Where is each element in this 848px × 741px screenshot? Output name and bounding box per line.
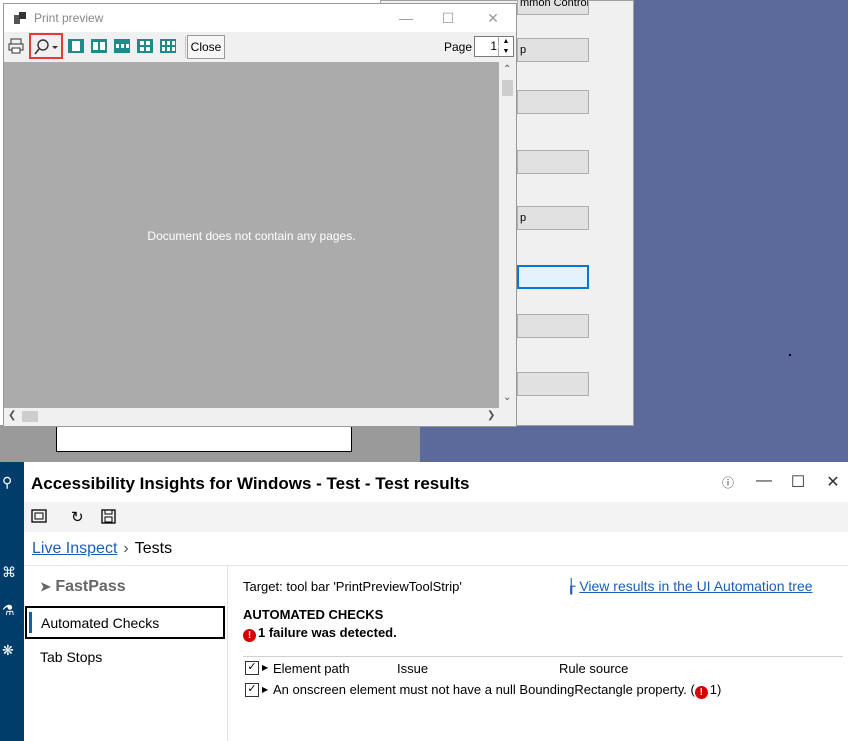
nav-automated-checks[interactable]: Automated Checks (25, 606, 225, 639)
six-pages-icon[interactable] (159, 37, 177, 55)
screenshot-icon[interactable] (31, 509, 47, 523)
scroll-up-icon[interactable]: ⌃ (503, 64, 511, 75)
zoom-button[interactable] (29, 33, 63, 59)
select-all-checkbox[interactable]: ✓ (245, 661, 259, 675)
page-value: 1 (490, 39, 497, 53)
background-dot (789, 354, 791, 356)
close-icon[interactable]: ✕ (823, 472, 843, 492)
app-icon (14, 12, 26, 24)
accessibility-insights-window: ⚲ ⌘ ⚗ ❋ Accessibility Insights for Windo… (0, 462, 848, 741)
preview-area: Document does not contain any pages. (4, 62, 499, 408)
chevron-right-icon: › (123, 540, 129, 557)
results-header: ✓ ▶ Element path Issue Rule source (243, 656, 843, 679)
four-pages-icon[interactable] (136, 37, 154, 55)
toolbar: ↻ (24, 502, 848, 532)
refresh-icon[interactable]: ↻ (71, 508, 84, 526)
tree-icon: ┟ (567, 578, 576, 594)
close-button[interactable]: Close (187, 35, 225, 59)
rocket-icon: ➤ (40, 579, 51, 594)
title-bar: Print preview — ☐ ✕ (4, 4, 516, 32)
side-rail: ⚲ ⌘ ⚗ ❋ (0, 462, 24, 741)
empty-message: Document does not contain any pages. (147, 229, 356, 243)
bg-button-7[interactable] (517, 314, 589, 338)
breadcrumb: Live Inspect › Tests (32, 540, 172, 558)
vertical-scrollbar[interactable]: ⌃ ⌄ (499, 62, 516, 408)
scroll-right-icon[interactable]: ❯ (487, 410, 495, 421)
color-palette-icon[interactable]: ❋ (2, 642, 14, 659)
maximize-icon[interactable]: ☐ (433, 8, 463, 28)
column-element-path[interactable]: Element path (273, 661, 350, 676)
minimize-icon[interactable]: — (754, 472, 774, 490)
bg-button-1[interactable]: mmon Control Tip (517, 0, 589, 15)
left-nav: ➤ FastPass Automated Checks Tab Stops (24, 566, 228, 741)
close-icon[interactable]: ✕ (478, 8, 508, 28)
bg-button-8[interactable] (517, 372, 589, 396)
scroll-left-icon[interactable]: ❮ (8, 410, 16, 421)
page-label: Page (444, 40, 473, 54)
print-preview-toolbar: Close Page 1 ▲ ▼ (4, 32, 516, 62)
test-flask-icon[interactable]: ⚗ (2, 602, 15, 619)
bg-button-5[interactable]: p (517, 206, 589, 230)
three-pages-icon[interactable] (113, 37, 131, 55)
nav-tab-stops[interactable]: Tab Stops (40, 649, 102, 665)
automated-checks-heading: AUTOMATED CHECKS (243, 607, 384, 622)
inspect-icon[interactable]: ⌘ (2, 564, 16, 581)
expand-icon[interactable]: ▶ (262, 663, 268, 672)
zoom-icon (34, 39, 58, 55)
one-page-icon[interactable] (67, 37, 85, 55)
breadcrumb-live-inspect[interactable]: Live Inspect (32, 540, 117, 557)
toolbar-separator (185, 36, 186, 58)
error-icon: ! (243, 629, 256, 642)
window-title: Accessibility Insights for Windows - Tes… (31, 474, 470, 493)
error-icon: ! (694, 686, 708, 699)
print-icon[interactable] (7, 37, 25, 55)
rule-text: An onscreen element must not have a null… (273, 682, 722, 699)
two-pages-icon[interactable] (90, 37, 108, 55)
table-row[interactable]: ✓ ▶ An onscreen element must not have a … (243, 679, 843, 701)
expand-icon[interactable]: ▶ (262, 685, 268, 694)
save-icon[interactable] (101, 509, 116, 524)
spin-down-icon[interactable]: ▼ (498, 47, 513, 56)
uia-tree-link[interactable]: ┟ View results in the UI Automation tree (567, 578, 813, 595)
horizontal-scrollbar[interactable]: ❮ ❯ (4, 408, 499, 425)
rule-checkbox[interactable]: ✓ (245, 683, 259, 697)
maximize-icon[interactable]: ☐ (788, 472, 808, 492)
failure-summary: ! 1 failure was detected. (243, 625, 397, 642)
bg-button-4[interactable] (517, 150, 589, 174)
minimize-icon[interactable]: — (391, 8, 421, 28)
spin-up-icon[interactable]: ▲ (498, 37, 513, 46)
vertical-scroll-thumb[interactable] (502, 80, 513, 96)
scroll-down-icon[interactable]: ⌄ (503, 392, 511, 403)
help-icon[interactable]: ⓘ (718, 474, 738, 491)
bg-button-2[interactable]: p (517, 38, 589, 62)
bg-button-6[interactable] (517, 265, 589, 289)
page-stepper[interactable]: 1 ▲ ▼ (474, 36, 514, 57)
fastpass-heading: ➤ FastPass (40, 578, 126, 595)
bg-button-3[interactable] (517, 90, 589, 114)
background-panel (0, 425, 420, 462)
column-issue[interactable]: Issue (397, 661, 428, 676)
breadcrumb-current: Tests (134, 540, 173, 557)
search-icon[interactable]: ⚲ (2, 474, 12, 491)
horizontal-scroll-thumb[interactable] (22, 411, 38, 422)
target-label: Target: tool bar 'PrintPreviewToolStrip' (243, 579, 462, 594)
column-rule-source[interactable]: Rule source (559, 661, 628, 676)
print-preview-window: Print preview — ☐ ✕ Close Page 1 ▲ ▼ Doc… (3, 3, 517, 427)
window-title: Print preview (34, 11, 104, 25)
